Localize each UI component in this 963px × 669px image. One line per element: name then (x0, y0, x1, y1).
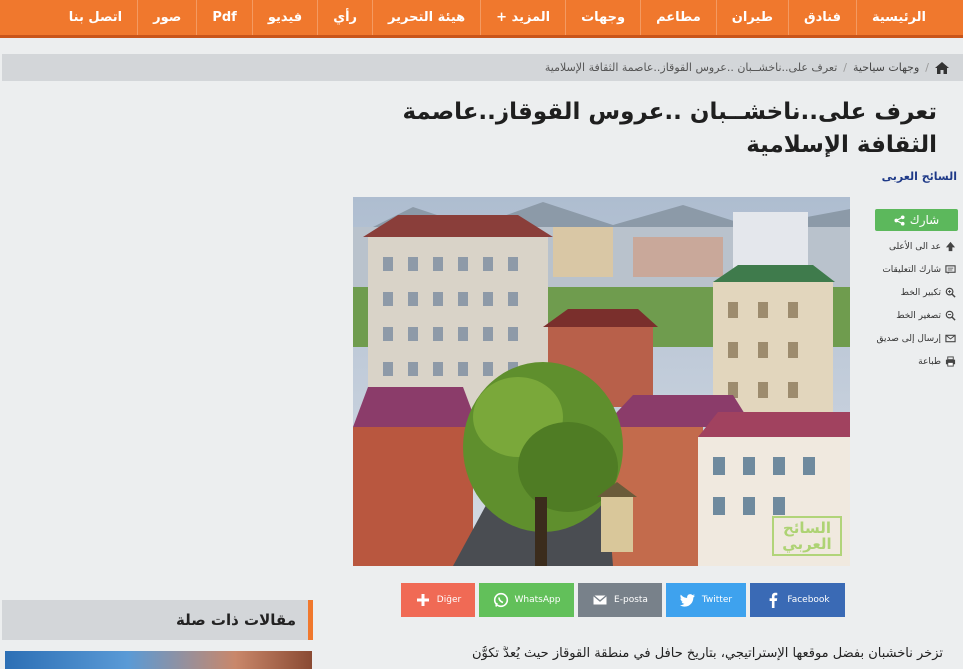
article-lead: تزخر ناخشبان بفضل موقعها الإستراتيجي، بت… (471, 646, 943, 661)
tool-label: تكبير الخط (900, 287, 941, 298)
up-icon (945, 241, 956, 252)
social-share-bar: Diğer WhatsApp E-posta Twitter Facebook (401, 583, 845, 617)
nav-item-opinion[interactable]: رأي (317, 0, 372, 35)
share-twitter-button[interactable]: Twitter (666, 583, 746, 617)
nav-item-contact[interactable]: اتصل بنا (54, 0, 137, 35)
tool-zoom-in[interactable]: تكبير الخط (874, 281, 958, 304)
tool-share-comments[interactable]: شارك التعليقات (874, 258, 958, 281)
breadcrumb-separator: / (843, 61, 847, 74)
share-twitter-label: Twitter (701, 595, 733, 605)
breadcrumb-section[interactable]: وجهات سياحية (853, 61, 919, 74)
share-more-label: Diğer (436, 595, 462, 605)
related-articles-header: مقالات ذات صلة (2, 600, 313, 640)
nav-item-more[interactable]: + المزيد (480, 0, 565, 35)
twitter-bird-icon (679, 594, 695, 607)
plus-icon (416, 594, 429, 606)
share-whatsapp-button[interactable]: WhatsApp (479, 583, 574, 617)
tool-back-to-top[interactable]: عد الى الأعلى (874, 235, 958, 258)
print-icon (945, 356, 956, 367)
related-article-thumbnail[interactable] (5, 651, 312, 669)
article-title: تعرف على..ناخشــبان ..عروس القوقاز..عاصم… (402, 99, 937, 158)
nav-item-pdf[interactable]: Pdf (196, 0, 252, 35)
nav-item-editorial[interactable]: هيئة التحرير (372, 0, 480, 35)
share-label: شارك (909, 213, 940, 227)
nav-item-hotels[interactable]: فنادق (787, 0, 856, 35)
tool-print[interactable]: طباعة (874, 350, 958, 373)
home-icon[interactable] (935, 61, 949, 74)
tool-label: عد الى الأعلى (888, 241, 941, 252)
watermark-logo: السائح العربي (772, 516, 842, 556)
tool-label: طباعة (918, 356, 941, 367)
comment-icon (945, 265, 956, 275)
share-facebook-button[interactable]: Facebook (750, 583, 845, 617)
nav-item-photos[interactable]: صور (137, 0, 196, 35)
zoom-out-icon (945, 310, 956, 321)
zoom-in-icon (945, 287, 956, 298)
tool-label: تصغير الخط (896, 310, 941, 321)
tool-zoom-out[interactable]: تصغير الخط (874, 304, 958, 327)
article-tools: شارك عد الى الأعلى شارك التعليقات تكبير … (874, 209, 958, 373)
article-hero-image: السائح العربي (353, 197, 850, 566)
tool-send-to-friend[interactable]: إرسال إلى صديق (874, 327, 958, 350)
share-button[interactable]: شارك (875, 209, 958, 231)
breadcrumb: / وجهات سياحية / تعرف على..ناخشــبان ..ع… (2, 54, 963, 81)
nav-item-destinations[interactable]: وجهات (565, 0, 640, 35)
share-email-button[interactable]: E-posta (578, 583, 662, 617)
breadcrumb-current: تعرف على..ناخشــبان ..عروس القوقاز..عاصم… (544, 61, 838, 74)
article-author[interactable]: السائح العربى (882, 170, 957, 183)
breadcrumb-separator: / (925, 61, 929, 74)
share-icon (894, 214, 905, 226)
nav-item-flights[interactable]: طيران (715, 0, 788, 35)
nav-item-video[interactable]: فيديو (251, 0, 317, 35)
share-email-label: E-posta (614, 595, 648, 605)
nav-item-restaurants[interactable]: مطاعم (640, 0, 716, 35)
related-articles-title: مقالات ذات صلة (175, 611, 296, 629)
mail-icon (945, 334, 956, 343)
share-more-button[interactable]: Diğer (401, 583, 475, 617)
whatsapp-icon (493, 592, 508, 608)
facebook-icon (769, 592, 778, 608)
envelope-icon (593, 594, 607, 605)
tool-label: إرسال إلى صديق (876, 333, 941, 344)
main-nav: الرئيسية فنادق طيران مطاعم وجهات + المزي… (0, 0, 963, 38)
nav-item-home[interactable]: الرئيسية (855, 0, 941, 35)
tool-label: شارك التعليقات (882, 264, 941, 275)
share-facebook-label: Facebook (787, 595, 830, 605)
share-whatsapp-label: WhatsApp (514, 595, 561, 605)
